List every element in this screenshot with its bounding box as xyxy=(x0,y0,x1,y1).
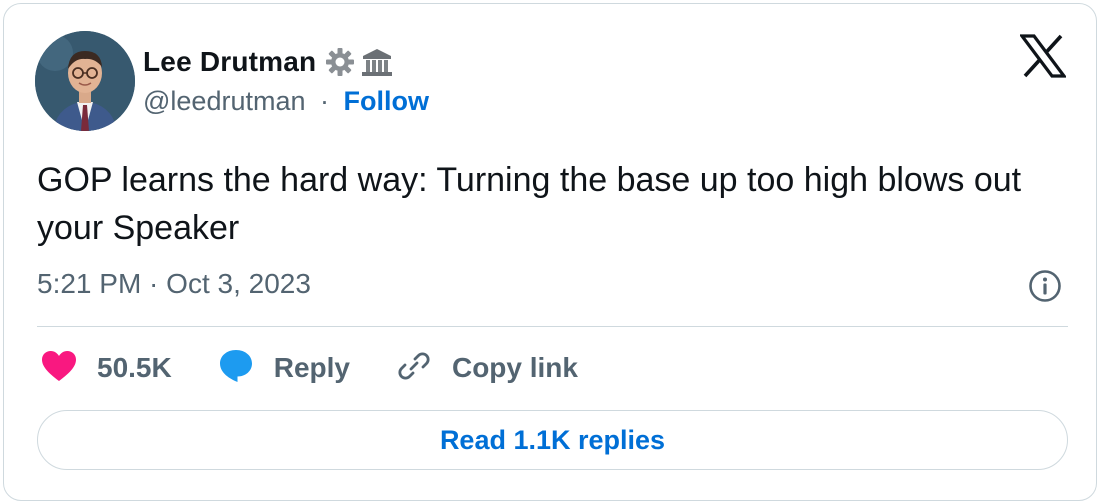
handle-separator: · xyxy=(320,86,330,116)
tweet-timestamp[interactable]: 5:21 PM · Oct 3, 2023 xyxy=(37,268,311,300)
reply-button[interactable]: Reply xyxy=(218,348,350,389)
reply-label: Reply xyxy=(273,352,350,383)
speech-bubble-icon xyxy=(218,348,254,389)
author-name-row: Lee Drutman xyxy=(143,42,394,82)
link-icon xyxy=(396,348,432,389)
author-handle[interactable]: @leedrutman xyxy=(143,86,306,116)
info-icon[interactable] xyxy=(1028,269,1062,303)
tweet-text: GOP learns the hard way: Turning the bas… xyxy=(37,161,1022,247)
like-count: 50.5K xyxy=(97,352,172,383)
author-handle-row: @leedrutman · Follow xyxy=(143,86,429,117)
follow-button[interactable]: Follow xyxy=(344,86,429,116)
classical-building-icon xyxy=(360,46,394,78)
tweet-actions: 50.5K Reply Copy link xyxy=(41,345,624,391)
avatar[interactable] xyxy=(35,31,135,131)
divider xyxy=(37,326,1068,327)
like-button[interactable]: 50.5K xyxy=(41,350,172,387)
avatar-image xyxy=(35,31,135,131)
author-name[interactable]: Lee Drutman xyxy=(143,46,316,78)
copy-link-button[interactable]: Copy link xyxy=(396,348,578,389)
gear-icon xyxy=(324,46,356,78)
heart-icon xyxy=(41,350,77,387)
x-logo-icon[interactable] xyxy=(1018,34,1068,78)
read-replies-button[interactable]: Read 1.1K replies xyxy=(37,410,1068,470)
copy-link-label: Copy link xyxy=(451,352,578,383)
tweet-card: Lee Drutman @leedrutman · Follow GOP lea… xyxy=(3,3,1097,501)
